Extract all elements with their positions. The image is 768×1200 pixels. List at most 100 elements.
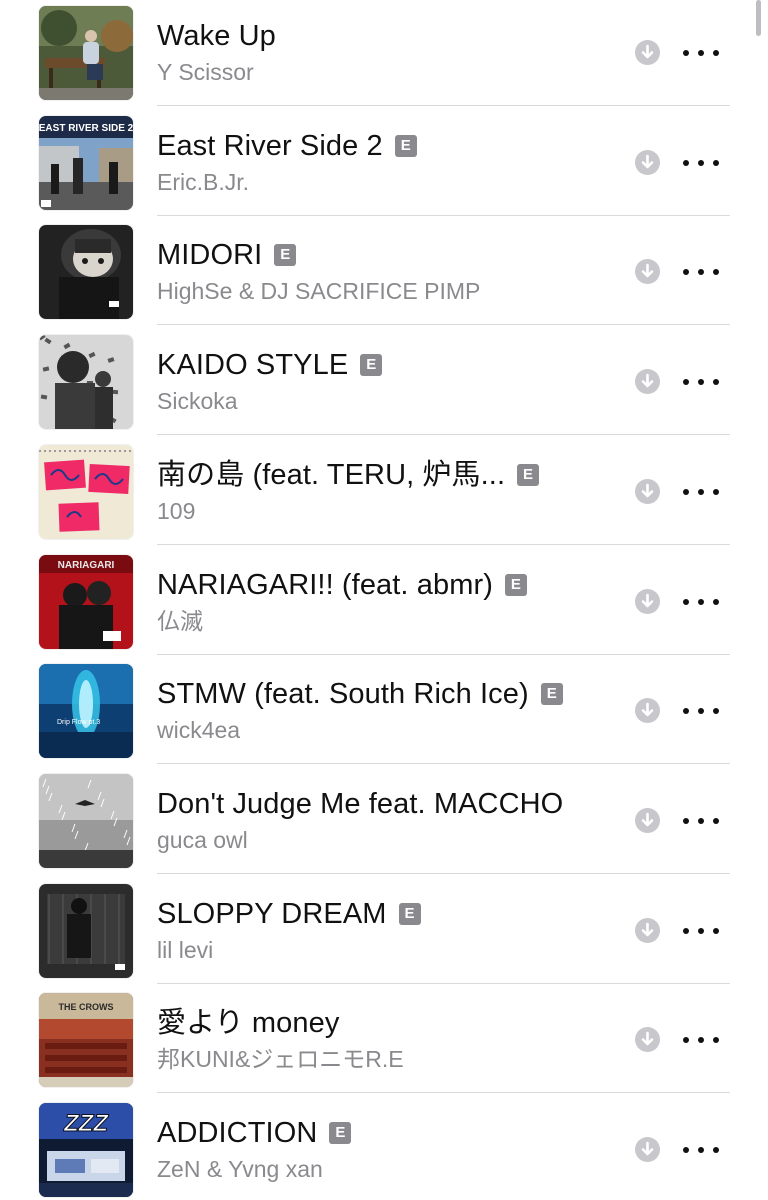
row-separator — [157, 763, 730, 764]
track-row[interactable]: Don't Judge Me feat. MACCHO guca owl — [0, 768, 768, 878]
track-row[interactable]: THE CROWS 愛より money 邦KUNI&ジェロニモR.E — [0, 987, 768, 1097]
ellipsis-icon — [698, 50, 704, 56]
download-button[interactable] — [635, 1027, 660, 1052]
ellipsis-icon — [698, 1037, 704, 1043]
arrow-down-circle-icon — [635, 589, 660, 614]
download-button[interactable] — [635, 150, 660, 175]
track-row[interactable]: NARIAGARI NARIAGARI!! (feat. abmr) E 仏滅 — [0, 549, 768, 659]
more-options-button[interactable] — [683, 148, 719, 178]
more-options-button[interactable] — [683, 916, 719, 946]
track-row[interactable]: EAST RIVER SIDE 2 East River Side 2 E Eric.… — [0, 110, 768, 220]
arrow-down-circle-icon — [635, 150, 660, 175]
ellipsis-icon — [713, 1147, 719, 1153]
arrow-down-circle-icon — [635, 1027, 660, 1052]
album-artwork — [39, 225, 133, 319]
arrow-down-circle-icon — [635, 698, 660, 723]
download-button[interactable] — [635, 259, 660, 284]
ellipsis-icon — [698, 708, 704, 714]
ellipsis-icon — [713, 708, 719, 714]
more-options-button[interactable] — [683, 1025, 719, 1055]
row-separator — [157, 324, 730, 325]
track-title: STMW (feat. South Rich Ice) E — [157, 677, 563, 711]
track-list: Wake Up Y Scissor EAST RIVER SIDE 2 East Ri… — [0, 0, 768, 1200]
album-artwork: THE CROWS — [39, 993, 133, 1087]
track-row[interactable]: 南の島 (feat. TERU, 炉馬... E 109 — [0, 439, 768, 549]
track-title: East River Side 2 E — [157, 129, 417, 163]
arrow-down-circle-icon — [635, 40, 660, 65]
ellipsis-icon — [698, 818, 704, 824]
arrow-down-circle-icon — [635, 259, 660, 284]
more-options-button[interactable] — [683, 696, 719, 726]
track-title: 南の島 (feat. TERU, 炉馬... E — [157, 458, 540, 492]
track-title-text: SLOPPY DREAM — [157, 898, 387, 930]
ellipsis-icon — [683, 599, 689, 605]
track-title-text: 愛より money — [157, 1007, 340, 1039]
download-button[interactable] — [635, 808, 660, 833]
ellipsis-icon — [683, 1037, 689, 1043]
more-options-button[interactable] — [683, 1135, 719, 1165]
track-title: 愛より money — [157, 1006, 339, 1040]
arrow-down-circle-icon — [635, 479, 660, 504]
ellipsis-icon — [713, 1037, 719, 1043]
track-title: SLOPPY DREAM E — [157, 897, 421, 931]
track-title: KAIDO STYLE E — [157, 348, 383, 382]
ellipsis-icon — [698, 269, 704, 275]
track-row[interactable]: Wake Up Y Scissor — [0, 0, 768, 110]
album-artwork — [39, 445, 133, 539]
explicit-badge: E — [398, 903, 421, 925]
album-artwork — [39, 884, 133, 978]
download-button[interactable] — [635, 1137, 660, 1162]
ellipsis-icon — [683, 50, 689, 56]
track-row[interactable]: SLOPPY DREAM Elil levi — [0, 878, 768, 988]
download-button[interactable] — [635, 918, 660, 943]
ellipsis-icon — [698, 599, 704, 605]
ellipsis-icon — [698, 928, 704, 934]
more-options-button[interactable] — [683, 477, 719, 507]
ellipsis-icon — [713, 379, 719, 385]
more-options-button[interactable] — [683, 38, 719, 68]
album-artwork: Drip Flow pt.3 — [39, 664, 133, 758]
ellipsis-icon — [713, 160, 719, 166]
ellipsis-icon — [683, 928, 689, 934]
track-row[interactable]: Drip Flow pt.3 STMW (feat. South Rich Ice… — [0, 658, 768, 768]
ellipsis-icon — [683, 269, 689, 275]
row-separator — [157, 873, 730, 874]
row-separator — [157, 1092, 730, 1093]
download-button[interactable] — [635, 698, 660, 723]
ellipsis-icon — [698, 379, 704, 385]
explicit-badge: E — [540, 683, 563, 705]
track-row[interactable]: KAIDO STYLE E Sickoka — [0, 329, 768, 439]
track-row[interactable]: MIDORI E HighSe & DJ SACRIFICE PIMP — [0, 219, 768, 329]
track-artist: lil levi — [157, 937, 214, 963]
download-button[interactable] — [635, 369, 660, 394]
ellipsis-icon — [683, 160, 689, 166]
arrow-down-circle-icon — [635, 1137, 660, 1162]
arrow-down-circle-icon — [635, 808, 660, 833]
track-artist: HighSe & DJ SACRIFICE PIMP — [157, 278, 481, 304]
ellipsis-icon — [698, 489, 704, 495]
ellipsis-icon — [683, 708, 689, 714]
album-artwork — [39, 335, 133, 429]
album-artwork — [39, 6, 133, 100]
ellipsis-icon — [683, 818, 689, 824]
more-options-button[interactable] — [683, 367, 719, 397]
download-button[interactable] — [635, 40, 660, 65]
artwork-text: NARIAGARI — [58, 560, 115, 571]
track-row[interactable]: ZZZ ADDICTION E ZeN & Yvng xan — [0, 1097, 768, 1200]
more-options-button[interactable] — [683, 806, 719, 836]
artwork-text: THE CROWS — [59, 1002, 114, 1012]
download-button[interactable] — [635, 479, 660, 504]
row-separator — [157, 105, 730, 106]
track-title-text: NARIAGARI!! (feat. abmr) — [157, 569, 493, 601]
track-title-text: MIDORI — [157, 239, 263, 271]
track-title-text: STMW (feat. South Rich Ice) — [157, 678, 529, 710]
explicit-badge: E — [517, 464, 540, 486]
track-title: NARIAGARI!! (feat. abmr) E — [157, 568, 527, 602]
track-title-text: ADDICTION — [157, 1117, 318, 1149]
more-options-button[interactable] — [683, 587, 719, 617]
download-button[interactable] — [635, 589, 660, 614]
more-options-button[interactable] — [683, 257, 719, 287]
ellipsis-icon — [713, 50, 719, 56]
track-title: Wake Up — [157, 19, 276, 53]
album-artwork — [39, 774, 133, 868]
